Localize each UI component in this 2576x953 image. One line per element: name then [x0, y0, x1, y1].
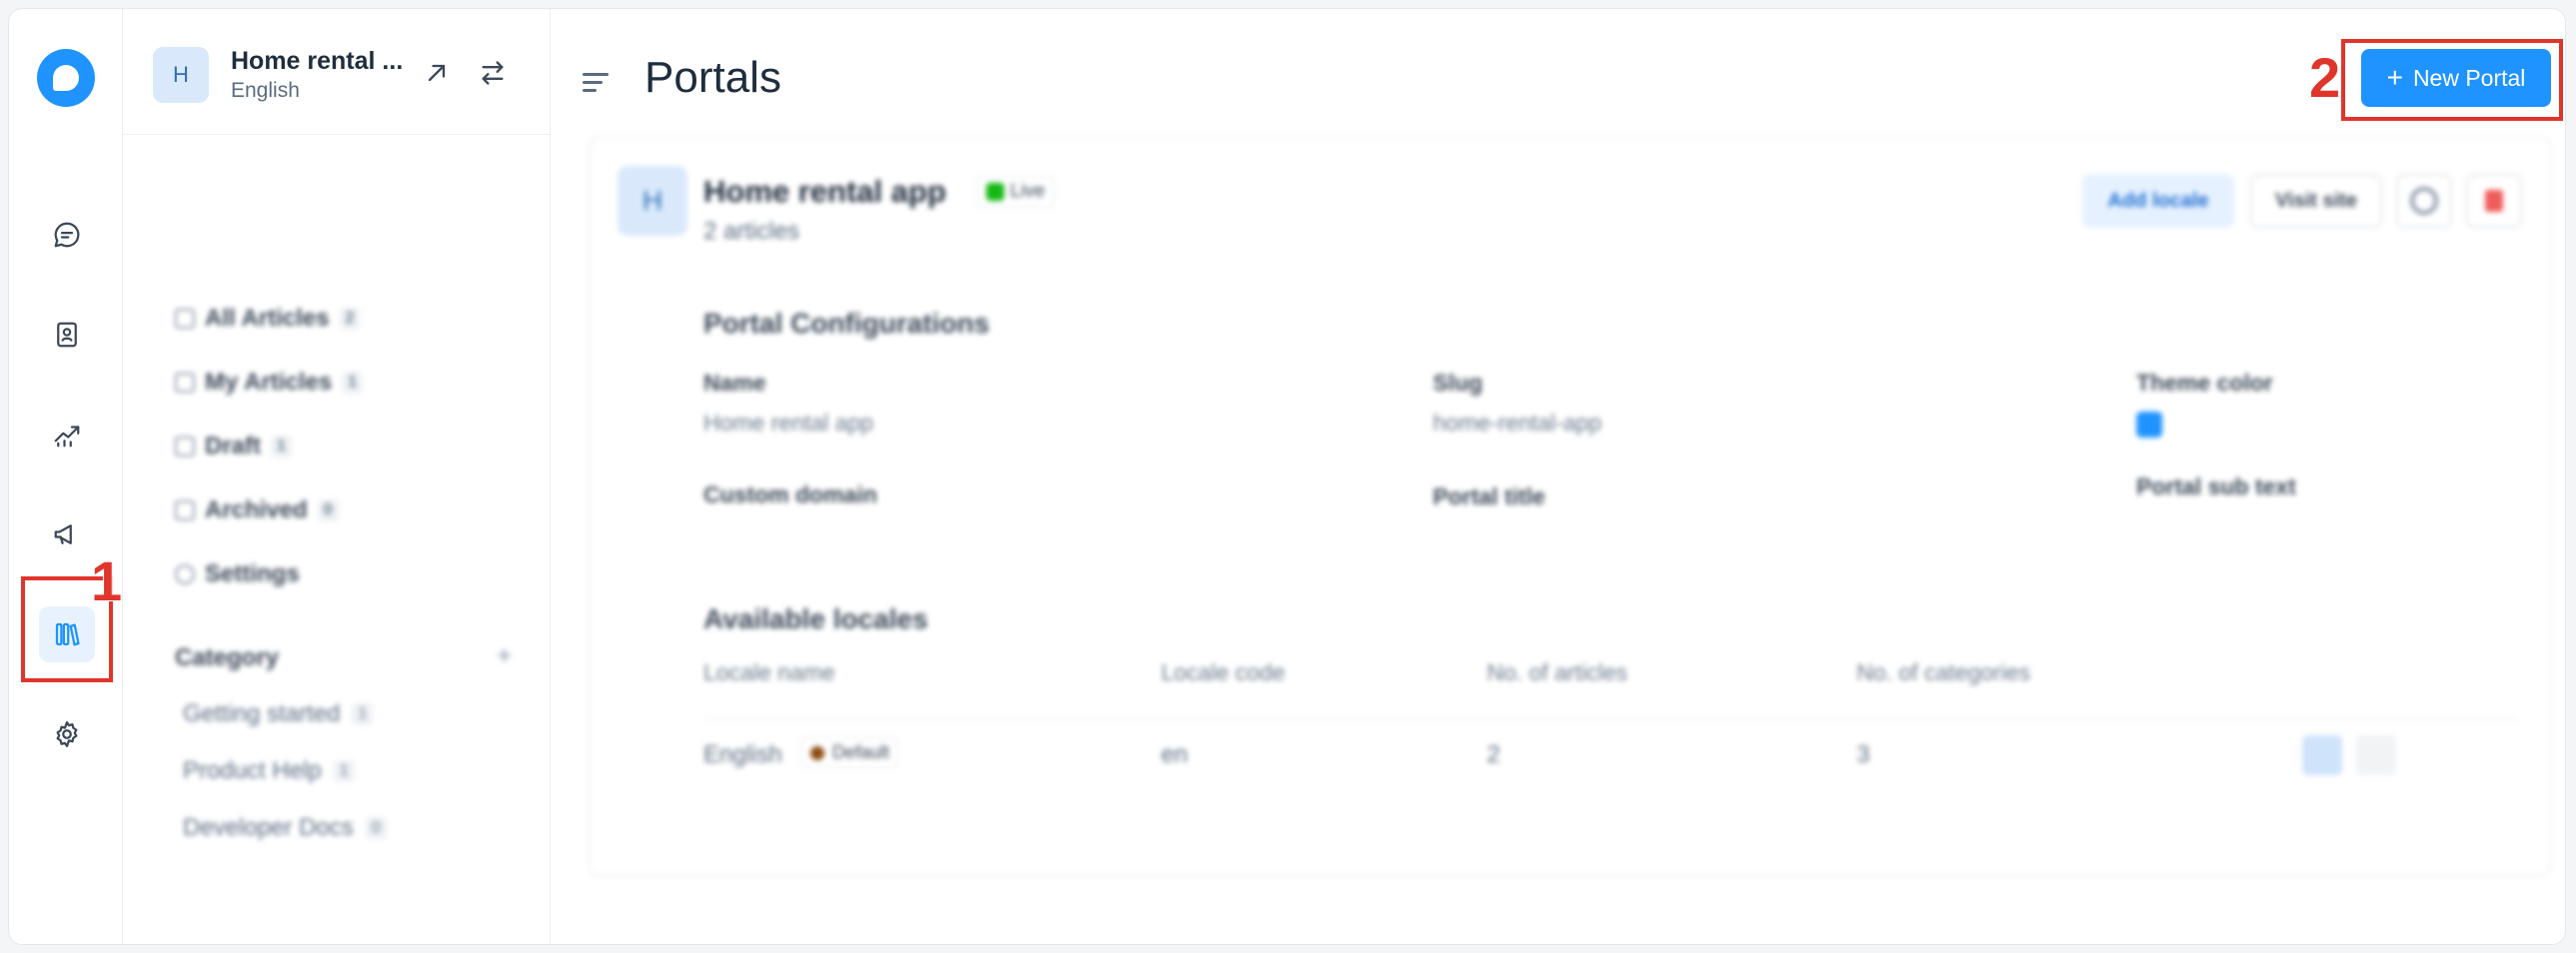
- gear-icon: [175, 564, 195, 584]
- primary-nav-rail: [9, 9, 123, 944]
- conversations-nav-button[interactable]: [39, 207, 95, 263]
- reports-nav-button[interactable]: [39, 407, 95, 463]
- arrow-up-right-icon: [428, 64, 446, 82]
- category-label: Developer Docs: [183, 814, 354, 841]
- open-portal-button[interactable]: [423, 59, 455, 91]
- delete-portal-button[interactable]: [2466, 174, 2522, 228]
- locale-default-toggle-button[interactable]: [2302, 735, 2342, 775]
- portal-name: Home rental ...: [231, 47, 404, 75]
- sidebar-item-label: Settings: [205, 560, 300, 587]
- sidebar-item-label: My Articles: [205, 369, 333, 396]
- sidebar-item-settings[interactable]: Settings: [175, 560, 300, 588]
- gear-icon: [56, 721, 78, 747]
- slug-label: Slug: [1433, 370, 1483, 396]
- name-value: Home rental app: [703, 410, 874, 436]
- status-badge: Live: [977, 176, 1054, 208]
- sidebar-item-label: All Articles: [205, 305, 330, 332]
- portal-config-title: Portal Configurations: [703, 308, 990, 339]
- count-badge: 1: [333, 760, 355, 782]
- portal-card-avatar: H: [618, 166, 687, 236]
- locale-code-cell: en: [1161, 741, 1188, 768]
- chart-line-icon: [54, 426, 80, 448]
- visit-site-button[interactable]: Visit site: [2250, 174, 2382, 228]
- theme-color-swatch: [2136, 412, 2162, 438]
- category-label: Product Help: [183, 757, 322, 784]
- switch-portal-button[interactable]: [479, 59, 511, 91]
- default-label: Default: [832, 742, 890, 762]
- portal-card-name: Home rental app: [703, 174, 946, 209]
- category-item-product-help[interactable]: Product Help 1: [183, 757, 355, 785]
- count-badge: 1: [271, 436, 292, 458]
- person-icon: [175, 373, 195, 393]
- draft-icon: [175, 437, 195, 457]
- category-item-developer-docs[interactable]: Developer Docs 0: [183, 814, 387, 842]
- count-badge: 0: [365, 817, 387, 839]
- app-window: H Home rental ... English All Articles 2…: [8, 8, 2566, 945]
- app-logo[interactable]: [37, 49, 95, 107]
- toggle-sidebar-icon[interactable]: [583, 73, 609, 93]
- category-section-title: Category: [175, 644, 280, 671]
- sidebar-item-draft[interactable]: Draft 1: [175, 433, 292, 461]
- articles-count-cell: 2: [1487, 741, 1501, 768]
- sidebar-item-all-articles[interactable]: All Articles 2: [175, 305, 361, 333]
- articles-count-header: No. of articles: [1487, 659, 1628, 685]
- count-badge: 2: [339, 308, 361, 330]
- add-locale-button[interactable]: Add locale: [2082, 174, 2234, 228]
- live-dot-icon: [986, 183, 1004, 201]
- page-title: Portals: [644, 53, 781, 102]
- name-label: Name: [703, 370, 766, 396]
- locale-code-header: Locale code: [1161, 659, 1286, 685]
- annotation-box-2: [2341, 39, 2563, 121]
- count-badge: 1: [352, 703, 374, 725]
- default-badge: Default: [801, 737, 899, 768]
- portal-title-label: Portal title: [1433, 483, 1546, 509]
- article-count: 2 articles: [703, 218, 800, 245]
- main-content: Portals + New Portal H Home rental app L…: [551, 9, 2565, 944]
- megaphone-icon: [54, 524, 72, 544]
- sidebar-item-my-articles[interactable]: My Articles 1: [175, 369, 364, 397]
- categories-count-header: No. of categories: [1857, 659, 2030, 685]
- chat-bubble-icon: [54, 222, 80, 248]
- count-badge: 0: [317, 499, 339, 521]
- sidebar-item-label: Archived: [205, 496, 308, 523]
- swap-arrows-icon: [482, 61, 504, 85]
- locales-title: Available locales: [703, 603, 928, 634]
- contacts-nav-button[interactable]: [39, 307, 95, 363]
- add-category-button[interactable]: +: [497, 640, 512, 671]
- custom-domain-label: Custom domain: [703, 481, 877, 507]
- table-divider: [703, 719, 2518, 720]
- locale-delete-button[interactable]: [2356, 735, 2396, 775]
- category-label: Getting started: [183, 700, 341, 727]
- document-icon: [175, 309, 195, 329]
- default-dot-icon: [810, 745, 824, 760]
- portal-settings-button[interactable]: [2396, 174, 2452, 228]
- annotation-number-2: 2: [2308, 45, 2341, 110]
- help-center-sidebar: H Home rental ... English All Articles 2…: [123, 9, 551, 944]
- portal-card: H Home rental app Live 2 articles Add lo…: [589, 137, 2551, 876]
- portal-sub-text-label: Portal sub text: [2136, 474, 2296, 499]
- campaigns-nav-button[interactable]: [39, 506, 95, 562]
- locale-name-cell: English: [703, 741, 782, 768]
- categories-count-cell: 3: [1857, 741, 1871, 768]
- slug-value: home-rental-app: [1433, 410, 1602, 436]
- count-badge: 1: [342, 372, 364, 394]
- portal-switcher-header: H Home rental ... English: [123, 9, 550, 135]
- category-item-getting-started[interactable]: Getting started 1: [183, 700, 374, 728]
- archive-icon: [175, 500, 195, 520]
- sidebar-item-archived[interactable]: Archived 0: [175, 496, 339, 524]
- contact-card-icon: [57, 322, 77, 348]
- locale-name-header: Locale name: [703, 659, 835, 685]
- sidebar-item-label: Draft: [205, 433, 262, 460]
- annotation-number-1: 1: [90, 548, 123, 613]
- status-label: Live: [1010, 181, 1045, 202]
- settings-nav-button[interactable]: [39, 706, 95, 762]
- portal-locale: English: [231, 79, 300, 102]
- portal-avatar: H: [153, 47, 209, 103]
- theme-color-label: Theme color: [2136, 370, 2273, 396]
